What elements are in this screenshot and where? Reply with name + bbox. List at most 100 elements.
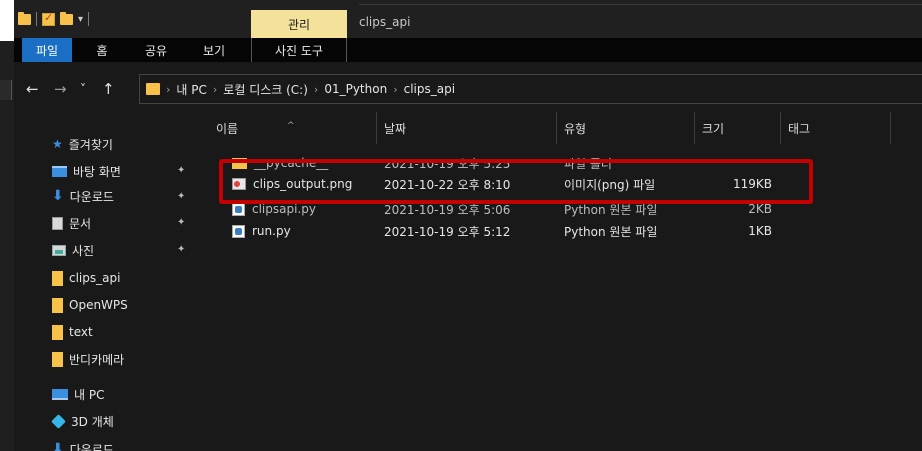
file-size-cell: 119KB xyxy=(732,177,772,191)
file-type-cell: Python 원본 파일 xyxy=(564,224,658,239)
tab-file[interactable]: 파일 xyxy=(22,38,72,62)
file-name-cell: clips_output.png xyxy=(232,173,352,195)
breadcrumb-clips-api[interactable]: clips_api xyxy=(404,82,455,96)
nav-openwps[interactable]: OpenWPS xyxy=(52,294,128,316)
breadcrumb-01-python[interactable]: 01_Python xyxy=(324,82,387,96)
nav-text[interactable]: text xyxy=(52,321,93,343)
background-window-edge xyxy=(0,0,14,451)
column-header-tags[interactable]: 태그 xyxy=(788,112,810,144)
nav-pictures[interactable]: 사진 xyxy=(52,239,94,261)
3d-objects-icon xyxy=(51,413,66,429)
column-divider[interactable] xyxy=(890,112,891,144)
file-type-cell: 파일 폴더 xyxy=(564,156,612,171)
file-date-cell: 2021-10-22 오후 8:10 xyxy=(384,177,511,192)
file-name-cell: __pycache__ xyxy=(232,152,328,174)
breadcrumb-separator[interactable]: › xyxy=(213,83,217,96)
recent-locations-icon[interactable]: ˅ xyxy=(80,82,86,96)
navigation-pane: ★ 즐겨찾기 바탕 화면 ✦ ⬇ 다운로드 ✦ 문서 ✦ 사진 ✦ clips_… xyxy=(14,112,194,451)
column-header-date[interactable]: 날짜 xyxy=(384,112,406,144)
breadcrumb-separator[interactable]: › xyxy=(393,83,397,96)
background-window-control xyxy=(0,80,12,100)
file-date-cell: 2021-10-19 오후 5:06 xyxy=(384,202,511,217)
pin-icon[interactable]: ✦ xyxy=(177,244,185,255)
desktop-gap xyxy=(0,0,14,41)
breadcrumb-this-pc[interactable]: 내 PC xyxy=(176,81,206,98)
properties-icon[interactable] xyxy=(42,11,55,26)
forward-arrow-icon[interactable]: → xyxy=(54,80,67,98)
new-folder-icon[interactable] xyxy=(60,11,73,25)
column-header-type[interactable]: 유형 xyxy=(564,112,586,144)
nav-desktop[interactable]: 바탕 화면 xyxy=(52,160,121,182)
document-icon xyxy=(52,216,63,230)
nav-bandicam[interactable]: 반디카메라 xyxy=(52,348,124,370)
breadcrumb-separator[interactable]: › xyxy=(314,83,318,96)
file-type-cell: 이미지(png) 파일 xyxy=(564,177,656,192)
folder-icon xyxy=(52,324,63,340)
file-type-cell: Python 원본 파일 xyxy=(564,202,658,217)
file-date-cell: 2021-10-19 오후 5:25 xyxy=(384,156,511,171)
folder-icon xyxy=(18,11,31,25)
nav-downloads-pc[interactable]: ⬇ 다운로드 xyxy=(52,438,114,451)
navigation-bar: ← → ˅ ↑ › 내 PC › 로컬 디스크 (C:) › 01_Python… xyxy=(14,62,922,112)
customize-toolbar-dropdown[interactable]: ▾ xyxy=(78,14,83,25)
file-list: 이름 ^ 날짜 유형 크기 태그 __pycache__ 2021-10-19 … xyxy=(194,112,922,451)
folder-icon xyxy=(232,157,247,169)
file-explorer-window: ▾ 관리 clips_api 파일 홈 공유 보기 사진 도구 ← → ˅ ↑ … xyxy=(14,0,922,451)
address-bar[interactable]: › 내 PC › 로컬 디스크 (C:) › 01_Python › clips… xyxy=(139,74,922,104)
nav-clips-api[interactable]: clips_api xyxy=(52,267,120,289)
desktop-icon xyxy=(52,165,67,177)
nav-3d-objects[interactable]: 3D 개체 xyxy=(51,410,114,432)
python-file-icon xyxy=(232,224,245,238)
file-name-cell: clipsapi.py xyxy=(232,198,316,220)
tab-picture-tools[interactable]: 사진 도구 xyxy=(256,38,342,62)
table-row[interactable]: __pycache__ 2021-10-19 오후 5:25 파일 폴더 xyxy=(194,152,922,174)
pin-icon[interactable]: ✦ xyxy=(177,217,185,228)
column-header-size[interactable]: 크기 xyxy=(702,112,724,144)
folder-icon xyxy=(52,270,63,286)
table-row[interactable]: clipsapi.py 2021-10-19 오후 5:06 Python 원본… xyxy=(194,198,922,220)
nav-downloads[interactable]: ⬇ 다운로드 xyxy=(52,185,114,207)
png-file-icon xyxy=(232,178,246,190)
ribbon-tabs: 파일 홈 공유 보기 사진 도구 xyxy=(14,38,922,62)
tab-home[interactable]: 홈 xyxy=(84,38,120,62)
table-row[interactable]: run.py 2021-10-19 오후 5:12 Python 원본 파일 1… xyxy=(194,220,922,242)
nav-this-pc[interactable]: 내 PC xyxy=(52,383,104,405)
file-size-cell xyxy=(722,152,772,174)
download-icon: ⬇ xyxy=(52,188,64,204)
computer-icon xyxy=(52,388,68,400)
column-header-name[interactable]: 이름 xyxy=(216,112,238,144)
title-bar: ▾ 관리 clips_api xyxy=(14,0,922,38)
file-date-cell: 2021-10-19 오후 5:12 xyxy=(384,224,511,239)
nav-documents[interactable]: 문서 xyxy=(52,212,91,234)
sort-ascending-icon: ^ xyxy=(287,121,295,131)
column-divider[interactable] xyxy=(556,112,557,144)
file-name-cell: run.py xyxy=(232,220,291,242)
breadcrumb-local-disk[interactable]: 로컬 디스크 (C:) xyxy=(223,81,308,98)
pin-icon[interactable]: ✦ xyxy=(177,165,185,176)
breadcrumb-separator[interactable]: › xyxy=(166,83,170,96)
file-size-cell: 1KB xyxy=(748,224,772,238)
back-arrow-icon[interactable]: ← xyxy=(26,80,39,98)
python-file-icon xyxy=(232,202,245,216)
folder-icon xyxy=(52,351,63,367)
folder-icon xyxy=(146,83,160,95)
tab-view[interactable]: 보기 xyxy=(194,38,234,62)
folder-icon xyxy=(52,297,63,313)
column-divider[interactable] xyxy=(376,112,377,144)
title-divider xyxy=(359,4,922,5)
column-divider[interactable] xyxy=(694,112,695,144)
pin-icon[interactable]: ✦ xyxy=(177,191,185,202)
quick-access-toolbar: ▾ xyxy=(18,10,90,28)
divider xyxy=(36,12,37,26)
window-title: clips_api xyxy=(359,15,411,29)
tab-share[interactable]: 공유 xyxy=(136,38,176,62)
nav-quick-access[interactable]: ★ 즐겨찾기 xyxy=(52,133,113,155)
up-arrow-icon[interactable]: ↑ xyxy=(102,80,115,98)
star-icon: ★ xyxy=(52,137,63,151)
divider xyxy=(88,12,90,26)
manage-context-tab[interactable]: 관리 xyxy=(251,10,347,38)
column-divider[interactable] xyxy=(780,112,781,144)
file-size-cell: 2KB xyxy=(748,202,772,216)
download-icon: ⬇ xyxy=(52,441,64,451)
table-row[interactable]: clips_output.png 2021-10-22 오후 8:10 이미지(… xyxy=(194,173,922,195)
